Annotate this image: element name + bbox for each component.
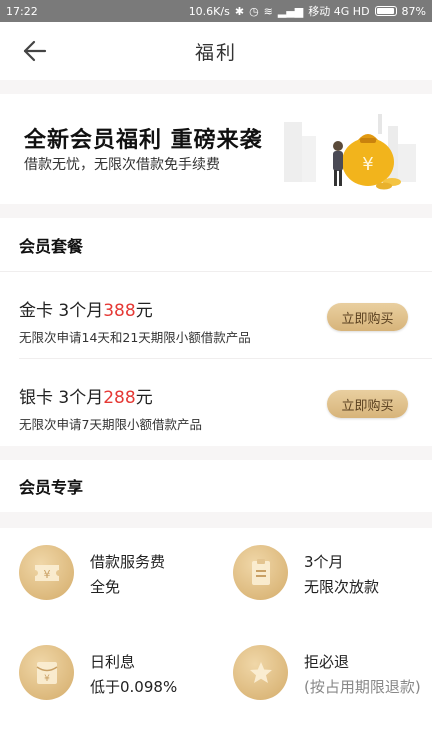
status-indicators: 10.6K/s ✱ ◷ ≋ ▂▄▆ 移动 4G HD 87%: [189, 3, 426, 19]
svg-text:¥: ¥: [43, 568, 50, 581]
alarm-icon: ◷: [249, 4, 259, 18]
package-silver: 银卡 3个月288元 无限次申请7天期限小额借款产品 立即购买: [19, 359, 432, 446]
perk-title: 借款服务费: [90, 553, 166, 571]
red-envelope-icon: ¥: [19, 645, 74, 700]
perk-detail: (按占用期限退款): [304, 678, 421, 696]
package-gold: 金卡 3个月388元 无限次申请14天和21天期限小额借款产品 立即购买: [19, 272, 432, 359]
banner-subtitle: 借款无忧，无限次借款免手续费: [24, 157, 220, 173]
package-price: 388: [103, 301, 136, 321]
perk-title: 3个月: [304, 553, 344, 571]
star-icon: [233, 645, 288, 700]
perk-detail: 全免: [90, 578, 121, 596]
carrier-label: 移动 4G HD: [308, 5, 370, 18]
buy-gold-button[interactable]: 立即购买: [327, 303, 408, 331]
status-bar: 17:22 10.6K/s ✱ ◷ ≋ ▂▄▆ 移动 4G HD 87%: [0, 0, 432, 22]
buy-silver-button[interactable]: 立即购买: [327, 390, 408, 418]
ticket-icon: ¥: [19, 545, 74, 600]
perk-detail: 低于0.098%: [90, 678, 178, 696]
svg-text:¥: ¥: [362, 154, 373, 175]
perks-section-header: 会员专享: [0, 460, 432, 512]
document-icon: [233, 545, 288, 600]
perk-refund: 拒必退 (按占用期限退款): [233, 645, 432, 725]
package-price-unit: 元: [135, 388, 153, 408]
nav-bar: 福利: [0, 22, 432, 80]
package-title: 金卡 3个月388元: [19, 296, 153, 321]
package-price-unit: 元: [135, 301, 153, 321]
bluetooth-icon: ✱: [234, 4, 245, 18]
arrow-left-icon: [23, 40, 47, 62]
perk-detail: 无限次放款: [304, 578, 380, 596]
network-speed: 10.6K/s: [188, 4, 230, 18]
wifi-icon: ≋: [263, 4, 273, 18]
package-title: 银卡 3个月288元: [19, 383, 153, 408]
package-description: 无限次申请7天期限小额借款产品: [19, 417, 202, 432]
perk-unlimited-loans: 3个月 无限次放款: [233, 545, 432, 625]
perk-title: 拒必退: [304, 653, 350, 671]
package-name: 金卡 3个月: [19, 301, 104, 321]
perks-grid: ¥ 借款服务费 全免 3个月 无限次放款 ¥ 日利息 低于0.098% 拒必退 …: [0, 528, 432, 731]
package-section-header: 会员套餐: [0, 218, 432, 272]
back-button[interactable]: [22, 39, 48, 63]
perk-title: 日利息: [90, 653, 136, 671]
svg-text:¥: ¥: [44, 674, 50, 684]
package-description: 无限次申请14天和21天期限小额借款产品: [19, 330, 251, 345]
package-price: 288: [103, 388, 136, 408]
money-bag-illustration: ¥: [284, 114, 416, 190]
promo-banner[interactable]: 全新会员福利 重磅来袭 借款无忧，无限次借款免手续费 ¥: [0, 94, 432, 204]
signal-icon: ▂▄▆: [277, 4, 304, 18]
status-time: 17:22: [6, 4, 38, 18]
battery-icon: [374, 6, 397, 16]
perk-daily-interest: ¥ 日利息 低于0.098%: [19, 645, 229, 725]
package-section: 会员套餐 金卡 3个月388元 无限次申请14天和21天期限小额借款产品 立即购…: [0, 218, 432, 446]
perk-service-fee: ¥ 借款服务费 全免: [19, 545, 229, 625]
banner-title: 全新会员福利 重磅来袭: [24, 128, 263, 153]
package-name: 银卡 3个月: [19, 388, 104, 408]
battery-level: 87%: [401, 4, 426, 18]
page-title: 福利: [194, 41, 237, 64]
